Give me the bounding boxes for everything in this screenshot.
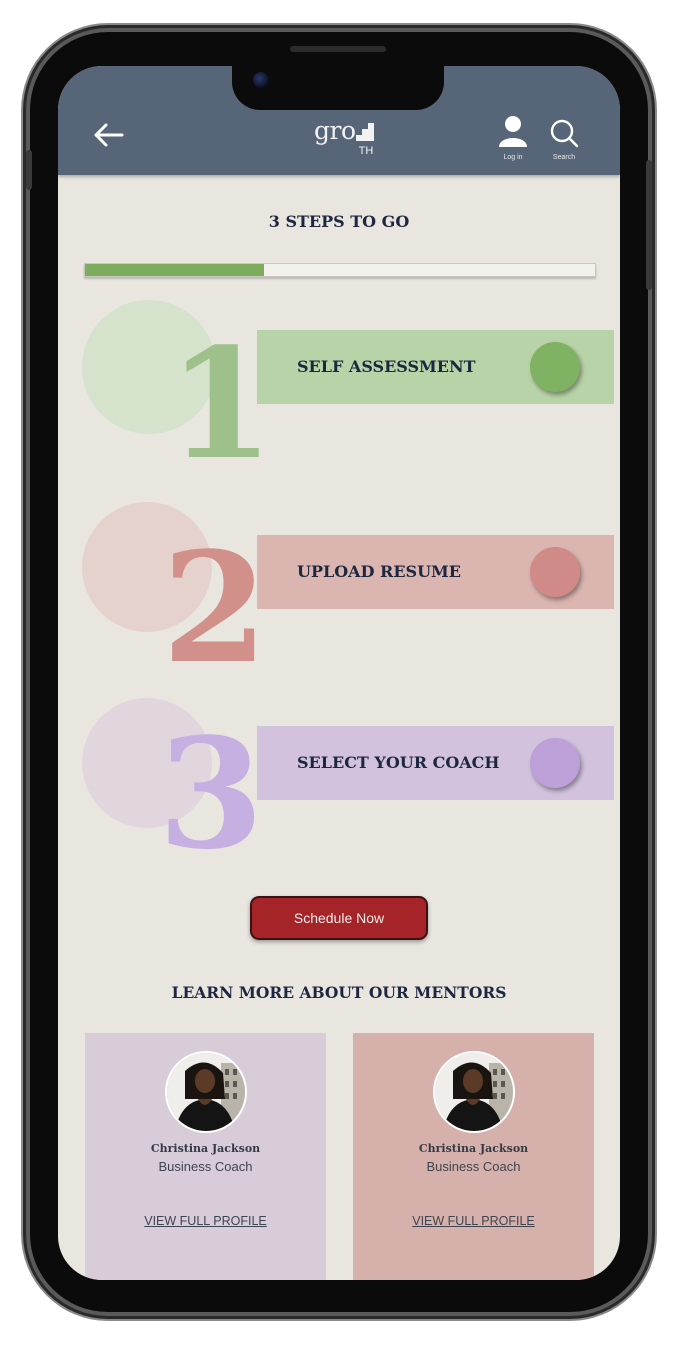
step-2-number: 2	[162, 518, 268, 697]
app-screen: gro TH Log in Search 3 STEPS TO GO 1 SEL…	[58, 66, 620, 1280]
logo-mark-text: TH	[359, 145, 374, 156]
view-full-profile-link[interactable]: VIEW FULL PROFILE	[85, 1214, 326, 1228]
login-button[interactable]: Log in	[496, 114, 530, 161]
step-2-label: UPLOAD RESUME	[297, 562, 461, 581]
mentors-section-title: LEARN MORE ABOUT OUR MENTORS	[171, 983, 507, 1002]
step-self-assessment[interactable]: SELF ASSESSMENT	[257, 330, 614, 404]
phone-power-button	[646, 160, 652, 290]
search-icon	[550, 119, 579, 148]
growth-logo[interactable]: gro	[314, 116, 356, 145]
step-2-status-knob[interactable]	[530, 547, 580, 597]
step-upload-resume[interactable]: UPLOAD RESUME	[257, 535, 614, 609]
step-1-status-knob[interactable]	[530, 342, 580, 392]
mentor-name: Christina Jackson	[150, 1142, 261, 1155]
arrow-left-icon[interactable]	[92, 122, 124, 148]
search-button[interactable]: Search	[546, 118, 582, 161]
progress-bar-fill	[85, 264, 264, 276]
phone-speaker	[290, 46, 386, 52]
steps-remaining-title: 3 STEPS TO GO	[268, 212, 410, 231]
user-icon	[499, 116, 527, 147]
step-3-label: SELECT YOUR COACH	[297, 753, 500, 772]
growth-logo-mark: TH	[356, 123, 374, 156]
avatar[interactable]	[433, 1051, 515, 1133]
mentor-card[interactable]: Christina Jackson Business Coach VIEW FU…	[85, 1033, 326, 1280]
step-3-number: 3	[158, 704, 264, 883]
step-select-coach[interactable]: SELECT YOUR COACH	[257, 726, 614, 800]
mentor-card[interactable]: Christina Jackson Business Coach VIEW FU…	[353, 1033, 594, 1280]
view-full-profile-link[interactable]: VIEW FULL PROFILE	[353, 1214, 594, 1228]
mentor-role: Business Coach	[426, 1159, 521, 1174]
step-1-label: SELF ASSESSMENT	[297, 357, 476, 376]
avatar[interactable]	[165, 1051, 247, 1133]
phone-side-button	[26, 150, 32, 190]
progress-bar	[84, 263, 596, 277]
front-camera	[253, 72, 269, 88]
login-label: Log in	[503, 154, 523, 161]
schedule-now-button[interactable]: Schedule Now	[250, 896, 428, 940]
mentor-name: Christina Jackson	[418, 1142, 529, 1155]
mentor-role: Business Coach	[158, 1159, 253, 1174]
search-label: Search	[552, 154, 576, 161]
step-3-status-knob[interactable]	[530, 738, 580, 788]
